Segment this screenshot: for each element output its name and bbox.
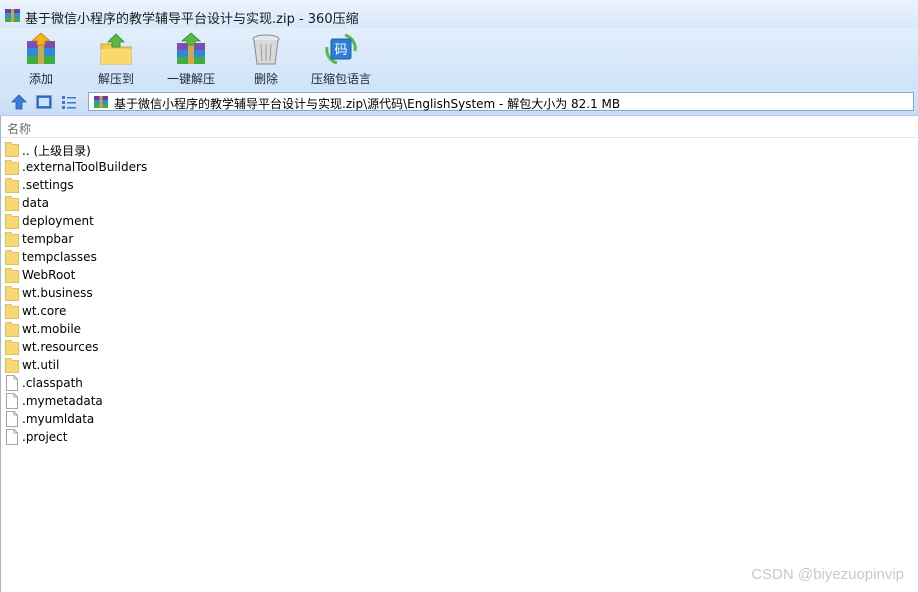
item-name: deployment — [22, 214, 94, 228]
folder-row[interactable]: .. (上级目录) — [5, 140, 405, 158]
column-header-name[interactable]: 名称 — [7, 120, 31, 137]
language-glyph: 码 — [334, 43, 347, 58]
folder-row[interactable]: wt.core — [5, 302, 405, 320]
one-click-extract-label: 一键解压 — [166, 72, 215, 86]
folder-icon — [5, 160, 19, 175]
item-name: wt.mobile — [22, 322, 82, 336]
folder-icon — [5, 340, 19, 355]
folder-icon — [5, 358, 19, 373]
file-row[interactable]: .project — [5, 428, 405, 446]
item-name: .classpath — [22, 376, 83, 390]
archive-language-icon: 码 — [325, 33, 357, 65]
folder-row[interactable]: tempbar — [5, 230, 405, 248]
folder-icon — [5, 142, 19, 157]
file-row[interactable]: .mymetadata — [5, 392, 405, 410]
file-list: 名称 .. (上级目录) .externalToolBuilders .settin… — [0, 117, 918, 592]
item-name: tempbar — [22, 232, 74, 246]
app-archive-icon — [5, 9, 20, 22]
folder-icon — [5, 232, 19, 247]
item-name: .myumldata — [22, 412, 95, 426]
folder-row[interactable]: wt.resources — [5, 338, 405, 356]
delete-trash-icon — [252, 34, 280, 65]
one-click-extract-button[interactable]: 一键解压 — [156, 28, 226, 88]
folder-row[interactable]: data — [5, 194, 405, 212]
folder-icon — [5, 250, 19, 265]
item-name: wt.business — [22, 286, 93, 300]
folder-icon — [5, 322, 19, 337]
folder-icon — [5, 178, 19, 193]
address-field[interactable]: 基于微信小程序的教学辅导平台设计与实现.zip\源代码\EnglishSyste… — [88, 92, 914, 111]
add-label: 添加 — [28, 72, 53, 86]
item-name: .settings — [22, 178, 74, 192]
item-name: .. (上级目录) — [22, 144, 91, 158]
item-name: .project — [22, 430, 68, 444]
file-row[interactable]: .classpath — [5, 374, 405, 392]
archive-icon — [94, 96, 108, 108]
delete-button[interactable]: 删除 — [231, 28, 301, 88]
address-path: 基于微信小程序的教学辅导平台设计与实现.zip\源代码\EnglishSyste… — [114, 97, 621, 111]
navigation-bar: 基于微信小程序的教学辅导平台设计与实现.zip\源代码\EnglishSyste… — [0, 89, 918, 116]
title-bar: 基于微信小程序的教学辅导平台设计与实现.zip - 360压缩 — [0, 0, 918, 28]
folder-row[interactable]: wt.util — [5, 356, 405, 374]
add-archive-icon — [27, 32, 55, 64]
extract-to-label: 解压到 — [97, 72, 134, 86]
file-icon — [6, 411, 18, 427]
folder-row[interactable]: .externalToolBuilders — [5, 158, 405, 176]
folder-icon — [5, 268, 19, 283]
window-title: 基于微信小程序的教学辅导平台设计与实现.zip - 360压缩 — [25, 12, 359, 27]
file-row[interactable]: .myumldata — [5, 410, 405, 428]
folder-row[interactable]: deployment — [5, 212, 405, 230]
thumbnail-view-icon[interactable] — [35, 93, 53, 111]
file-icon — [6, 393, 18, 409]
extract-to-button[interactable]: 解压到 — [81, 28, 151, 88]
folder-row[interactable]: WebRoot — [5, 266, 405, 284]
item-name: wt.core — [22, 304, 67, 318]
up-arrow-icon[interactable] — [10, 93, 28, 111]
item-name: .externalToolBuilders — [22, 160, 148, 174]
folder-row[interactable]: .settings — [5, 176, 405, 194]
file-icon — [6, 429, 18, 445]
archive-language-button[interactable]: 码 压缩包语言 — [306, 28, 376, 88]
item-name: tempclasses — [22, 250, 97, 264]
item-name: WebRoot — [22, 268, 76, 282]
folder-row[interactable]: wt.business — [5, 284, 405, 302]
main-toolbar: 添加 解压到 一键解压 删除 码 压缩包语言 — [0, 28, 918, 89]
folder-icon — [5, 304, 19, 319]
folder-icon — [5, 214, 19, 229]
item-name: data — [22, 196, 50, 210]
add-button[interactable]: 添加 — [6, 28, 76, 88]
archive-language-label: 压缩包语言 — [310, 72, 371, 86]
list-view-icon[interactable] — [60, 93, 78, 111]
file-icon — [6, 375, 18, 391]
folder-row[interactable]: tempclasses — [5, 248, 405, 266]
header-divider — [1, 137, 918, 138]
extract-to-icon — [100, 33, 132, 65]
watermark: CSDN @biyezuopinvip — [751, 566, 904, 583]
delete-label: 删除 — [253, 72, 278, 86]
folder-icon — [5, 286, 19, 301]
item-name: wt.resources — [22, 340, 99, 354]
one-click-extract-icon — [177, 32, 205, 64]
folder-row[interactable]: wt.mobile — [5, 320, 405, 338]
item-name: wt.util — [22, 358, 60, 372]
folder-icon — [5, 196, 19, 211]
item-name: .mymetadata — [22, 394, 103, 408]
